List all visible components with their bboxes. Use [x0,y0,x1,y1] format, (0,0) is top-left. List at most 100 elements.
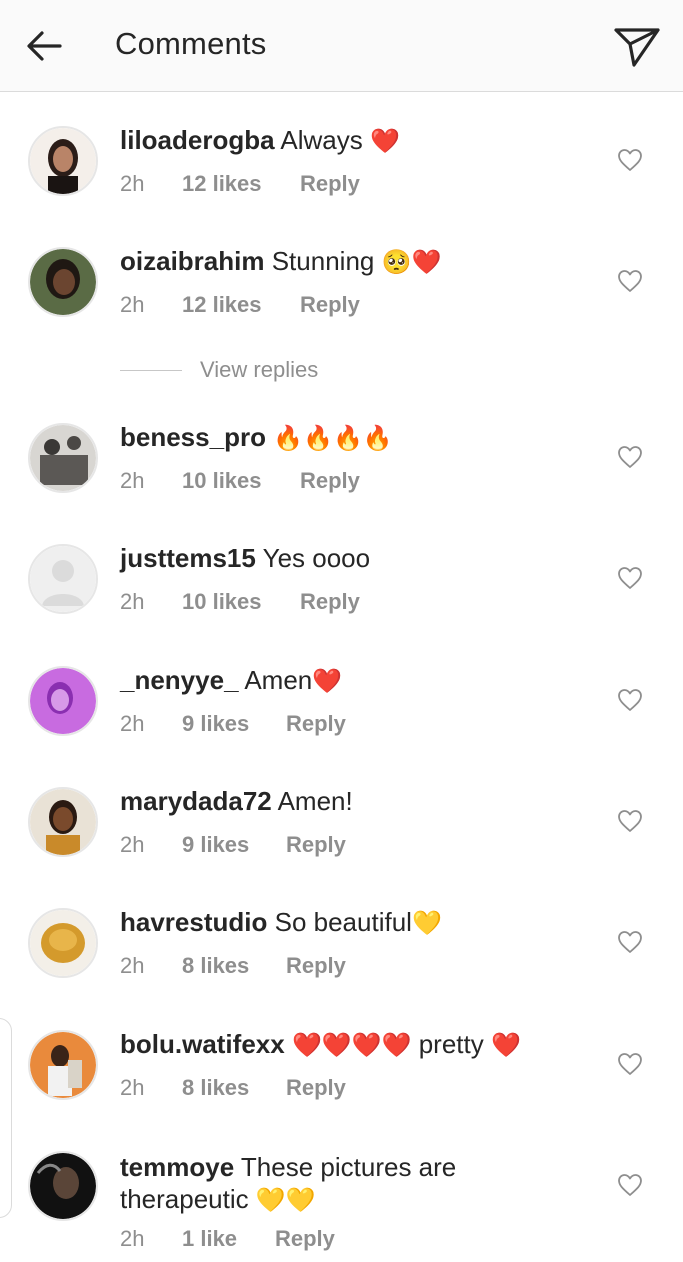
comment-emoji: 🥺❤️ [381,248,442,276]
comment-text: bolu.watifexx ❤️❤️❤️❤️ pretty ❤️ [120,1028,550,1061]
comment-likes[interactable]: 9 likes [182,710,286,738]
reply-button[interactable]: Reply [286,1074,346,1102]
avatar[interactable] [28,126,98,196]
avatar[interactable] [28,544,98,614]
comment-meta: 2h 10 likes Reply [120,467,360,495]
like-button[interactable] [617,445,643,469]
like-button[interactable] [617,1173,643,1197]
like-button[interactable] [617,688,643,712]
reply-button[interactable]: Reply [275,1225,335,1253]
comment-meta: 2h 8 likes Reply [120,952,346,980]
comment-time: 2h [120,292,145,317]
comment-time: 2h [120,711,145,736]
comment-emoji: 💛 [411,909,442,937]
comment-meta: 2h 9 likes Reply [120,710,346,738]
like-button[interactable] [617,809,643,833]
comment-username[interactable]: temmoye [120,1152,234,1182]
view-replies-label: View replies [200,357,319,382]
comment-username[interactable]: marydada72 [120,786,272,816]
comment-text: _nenyye_ Amen❤️ [120,664,550,697]
comment-emoji: ❤️ [490,1031,521,1059]
comment-body: Always [280,125,363,155]
comment-meta: 2h 8 likes Reply [120,1074,346,1102]
comment-username[interactable]: oizaibrahim [120,246,264,276]
comment-username[interactable]: beness_pro [120,422,266,452]
comment-text: beness_pro 🔥🔥🔥🔥 [120,421,550,454]
like-button[interactable] [617,566,643,590]
reply-button[interactable]: Reply [300,588,360,616]
comment-body: Amen [244,665,313,695]
share-button[interactable] [610,22,662,70]
like-button[interactable] [617,930,643,954]
avatar[interactable] [28,908,98,978]
view-replies-line [120,369,182,371]
comment-text: oizaibrahim Stunning 🥺❤️ [120,245,550,278]
comment-emoji: ❤️ [312,667,343,695]
heart-icon [618,1174,642,1196]
avatar[interactable] [28,423,98,493]
avatar[interactable] [28,247,98,317]
reply-button[interactable]: Reply [300,170,360,198]
comment-meta: 2h 9 likes Reply [120,831,346,859]
comment-body: So beautiful [274,907,412,937]
top-bar: Comments [0,0,683,92]
comment-time: 2h [120,171,145,196]
heart-icon [618,567,642,589]
avatar[interactable] [28,1030,98,1100]
comment-text: marydada72 Amen! [120,785,550,817]
back-button[interactable] [22,24,70,68]
heart-icon [618,810,642,832]
comment-likes[interactable]: 1 like [182,1225,275,1253]
heart-icon [618,689,642,711]
comment-meta: 2h 12 likes Reply [120,291,360,319]
reply-button[interactable]: Reply [286,831,346,859]
comment-emoji: 💛💛 [255,1186,316,1214]
comment-likes[interactable]: 12 likes [182,291,300,319]
side-drawer-handle[interactable] [0,1018,12,1218]
reply-button[interactable]: Reply [300,467,360,495]
heart-icon [618,149,642,171]
avatar[interactable] [28,666,98,736]
comment-time: 2h [120,1075,145,1100]
comment-time: 2h [120,468,145,493]
comment-time: 2h [120,589,145,614]
arrow-left-icon [27,31,62,61]
comment-meta: 2h 12 likes Reply [120,170,360,198]
comment-likes[interactable]: 10 likes [182,588,300,616]
comment-time: 2h [120,1226,145,1251]
comment-username[interactable]: havrestudio [120,907,267,937]
comment-likes[interactable]: 10 likes [182,467,300,495]
comment-text: havrestudio So beautiful💛 [120,906,550,939]
comment-emoji-prefix: ❤️❤️❤️❤️ [291,1031,412,1059]
like-button[interactable] [617,269,643,293]
like-button[interactable] [617,148,643,172]
comment-username[interactable]: justtems15 [120,543,256,573]
heart-icon [618,931,642,953]
comment-time: 2h [120,953,145,978]
comment-likes[interactable]: 12 likes [182,170,300,198]
comment-likes[interactable]: 8 likes [182,1074,286,1102]
reply-button[interactable]: Reply [286,952,346,980]
comment-body: Yes oooo [262,543,371,573]
heart-icon [618,1053,642,1075]
avatar[interactable] [28,1151,98,1221]
comment-username[interactable]: liloaderogba [120,125,275,155]
heart-icon [618,270,642,292]
reply-button[interactable]: Reply [300,291,360,319]
comment-username[interactable]: bolu.watifexx [120,1029,285,1059]
page-title: Comments [115,26,267,61]
paper-plane-icon [614,28,660,67]
like-button[interactable] [617,1052,643,1076]
comment-likes[interactable]: 9 likes [182,831,286,859]
comment-text: justtems15 Yes oooo [120,542,550,574]
reply-button[interactable]: Reply [286,710,346,738]
view-replies-button[interactable]: View replies [120,356,318,384]
comment-emoji: ❤️ [369,127,400,155]
comment-time: 2h [120,832,145,857]
comment-meta: 2h 1 like Reply [120,1225,335,1253]
avatar[interactable] [28,787,98,857]
comment-text: temmoye These pictures are therapeutic 💛… [120,1151,530,1216]
comment-body: Amen! [277,786,353,816]
comment-username[interactable]: _nenyye_ [120,665,239,695]
comment-likes[interactable]: 8 likes [182,952,286,980]
